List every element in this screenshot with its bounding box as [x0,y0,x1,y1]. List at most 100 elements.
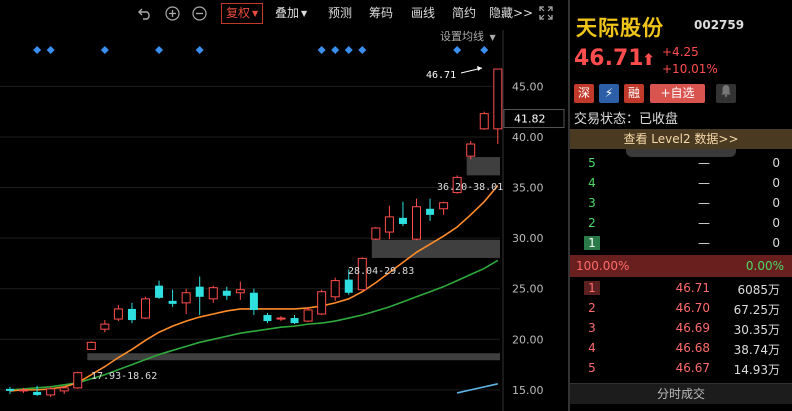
price-tick-label: 15.00 [512,384,544,397]
candle-body [208,287,218,300]
candle-body [155,285,164,298]
up-arrow-icon: ⬆ [642,50,656,69]
chevron-down-icon: ▼ [301,8,308,18]
fuquan-button[interactable]: 复权 ▼ [221,3,264,24]
jianyue-button[interactable]: 简约 [452,3,476,23]
sell-row[interactable]: 3 — 0 [570,193,792,214]
fenshi-tab[interactable]: 分时成交 [570,383,792,404]
fullscreen-icon[interactable] [537,4,555,22]
current-price-label: 41.82 [514,113,546,126]
gap-label: 28.04-29.83 [348,266,414,277]
buy-volume: 14.93万 [733,363,780,377]
ma-settings-dropdown[interactable]: 设置均线 ▼ [440,28,496,44]
buy-row[interactable]: 2 46.70 67.25万 [570,298,792,319]
signal-diamond [331,46,340,54]
candle-body [344,279,353,293]
sell-volume: 0 [772,196,780,210]
sell-price: — [698,176,710,190]
candle-body [46,388,56,396]
yuce-button[interactable]: 预测 [328,3,352,23]
candle-body [263,315,272,322]
candle-body [19,389,29,392]
candle-body [330,280,340,298]
buy-row[interactable]: 5 46.67 14.93万 [570,358,792,379]
buy-row[interactable]: 1 46.71 6085万 [570,278,792,299]
price-tick-label: 25.00 [512,283,544,296]
level2-link[interactable]: 查看 Level2 数据>> [570,129,792,149]
stock-code: 002759 [694,18,745,32]
buy-price: 46.67 [675,361,710,375]
signal-diamond [155,46,164,54]
zoom-in-icon[interactable] [163,4,181,22]
sell-volume: 0 [772,236,780,250]
candle-body [276,317,286,320]
candle-body [317,291,327,315]
chouma-button[interactable]: 筹码 [369,3,393,23]
candle-body [181,292,191,304]
ma-blue-line [456,383,498,394]
kline-chart-area[interactable]: 45.00 40.00 35.00 30.00 25.00 20.00 15.00 46.71… [0,0,568,411]
sell-row[interactable]: 2 — 0 [570,213,792,234]
buy-level: 5 [588,361,596,375]
zoom-out-icon[interactable] [190,4,208,22]
candle-body [59,387,69,392]
candle-body [141,298,150,319]
candle-body [195,286,204,297]
candle-body [290,318,299,324]
buy-volume: 38.74万 [733,343,780,357]
huaxian-button[interactable]: 画线 [411,3,435,23]
sell-row[interactable]: 5 — 0 [570,153,792,174]
flash-icon[interactable]: ⚡ [599,84,619,103]
signal-diamond [33,46,42,54]
diejia-button[interactable]: 叠加 ▼ [275,3,307,23]
ma-settings-label: 设置均线 [440,30,484,43]
signal-diamond [358,46,367,54]
sell-volume: 0 [772,176,780,190]
trading-status: 交易状态：已收盘 [574,112,679,127]
stock-name: 天际股份 [576,16,664,40]
candle-body [439,202,449,210]
buy-level: 2 [588,301,596,315]
signal-diamond [195,46,204,54]
chevron-down-icon: ▼ [489,32,496,42]
quote-panel: 天际股份 002759 46.71 ⬆ +4.25 +10.01% 深 ⚡ 融 … [570,0,792,411]
price-tick-label: 20.00 [512,333,544,346]
candle-body [249,292,258,310]
shen-tag[interactable]: 深 [574,84,594,103]
buy-row[interactable]: 4 46.68 38.74万 [570,338,792,359]
candle-body [466,143,476,157]
candle-body [33,391,42,395]
fuquan-label: 复权 [226,6,251,20]
sell-price: — [698,156,710,170]
ratio-left: 100.00% [576,259,630,273]
gap-box [371,239,500,258]
gap-label: 36.20-38.01 [437,182,503,193]
kline-plot[interactable]: 45.00 40.00 35.00 30.00 25.00 20.00 15.00 46.71… [0,0,568,411]
buy-volume: 6085万 [737,283,780,297]
buy-level: 4 [588,341,596,355]
bell-icon[interactable] [716,84,736,103]
hide-button[interactable]: 隐藏>> [489,3,533,23]
sell-level: 3 [588,196,596,210]
buy-row[interactable]: 3 46.69 30.35万 [570,318,792,339]
sell-row[interactable]: 4 — 0 [570,173,792,194]
sell-volume: 0 [772,156,780,170]
price-tick-label: 45.00 [512,80,544,93]
chevron-down-icon: ▼ [252,9,259,18]
add-watchlist-button[interactable]: +自选 [650,84,705,103]
sell-row[interactable]: 1 — 0 [570,233,792,254]
buy-level: 1 [584,281,600,295]
undo-icon[interactable] [136,4,154,22]
candle-body [412,206,421,240]
buy-price: 46.69 [675,321,710,335]
price-tick-label: 40.00 [512,131,544,144]
chart-toolbar: 复权 ▼ 叠加 ▼ 预测 筹码 画线 简约 隐藏>> [0,0,568,27]
buy-price: 46.68 [675,341,710,355]
ma-green-line [9,259,499,391]
rong-tag[interactable]: 融 [624,84,644,103]
bid-ask-ratio: 100.00% 0.00% [570,255,792,277]
sell-price: — [698,236,710,250]
price-change: +4.25 [662,45,699,59]
signal-diamond [100,46,109,54]
candle-body [222,290,231,296]
